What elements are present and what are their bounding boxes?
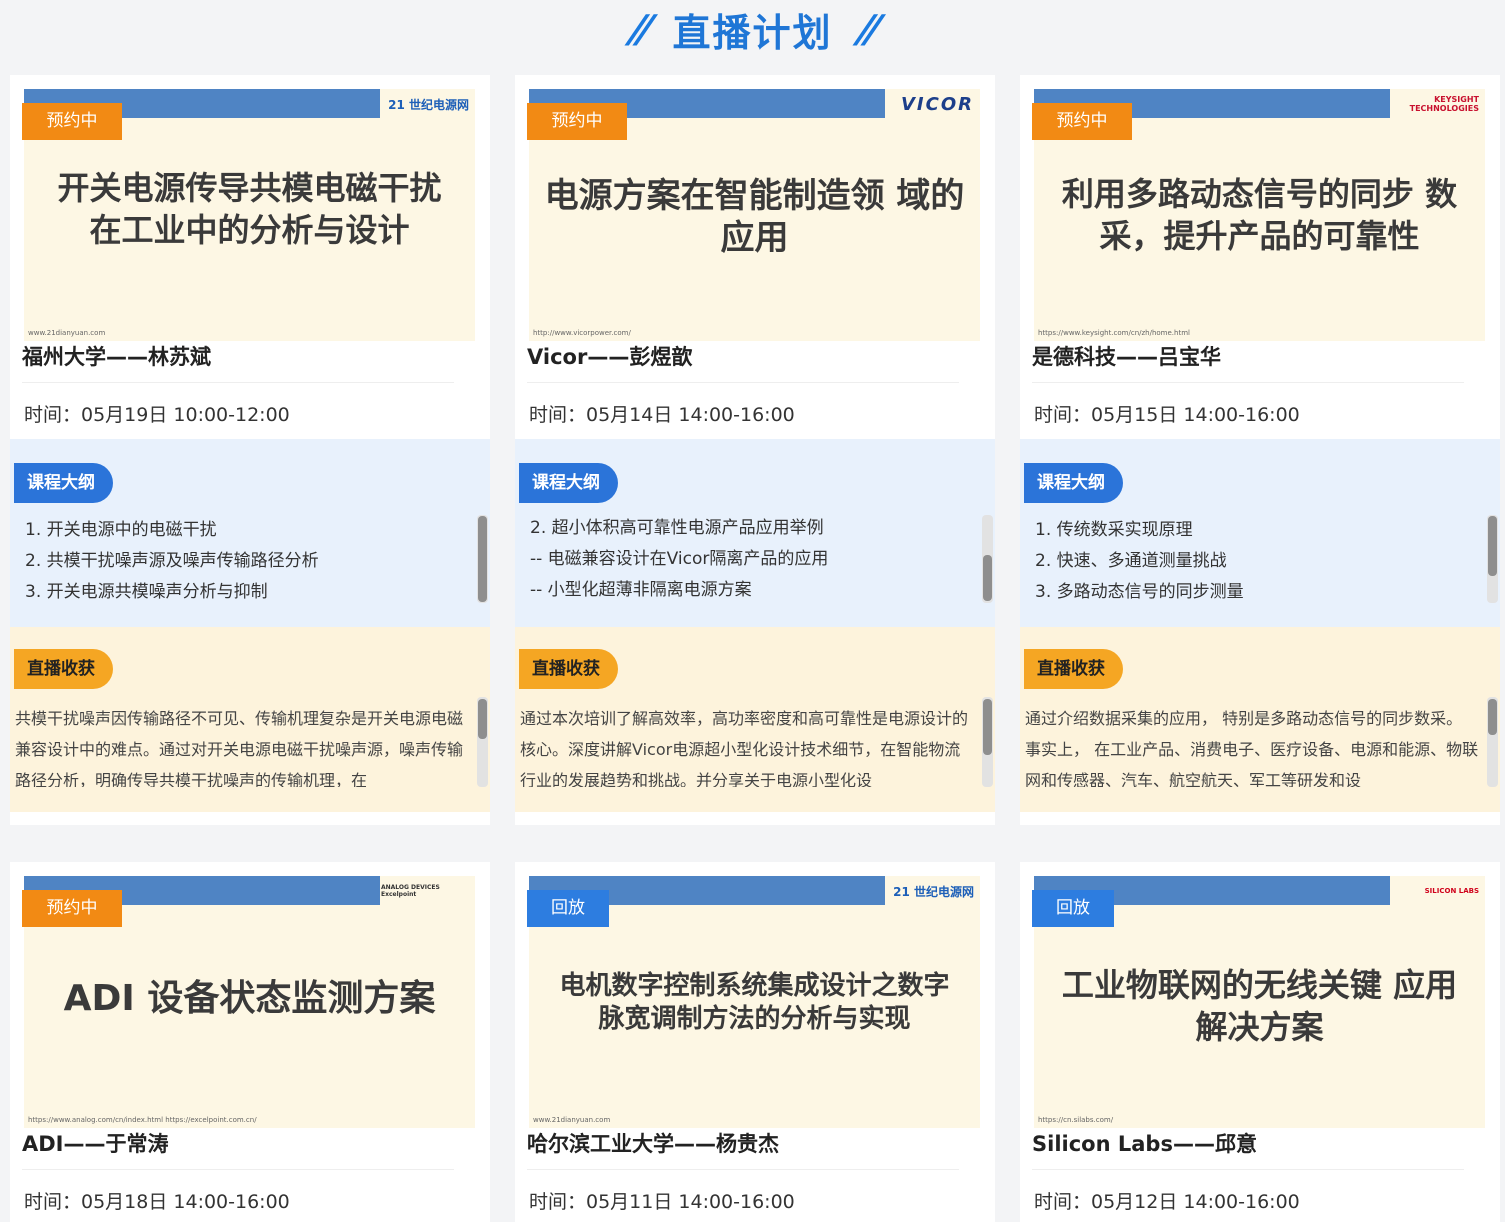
schedule-time: 时间：05月19日 10:00-12:00 <box>24 404 290 426</box>
live-card[interactable]: SILICON LABS 工业物联网的无线关键 应用解决方案 https://c… <box>1020 862 1500 1222</box>
outline-label: 课程大纲 <box>519 463 618 503</box>
title-decoration-right: // <box>854 7 879 51</box>
outline-label: 课程大纲 <box>14 463 113 503</box>
harvest-label: 直播收获 <box>519 649 618 689</box>
status-badge: 回放 <box>527 890 609 927</box>
live-harvest-section: 直播收获 共模干扰噪声因传输路径不可见、传输机理复杂是开关电源电磁兼容设计中的难… <box>10 627 490 812</box>
status-badge: 预约中 <box>1032 103 1132 140</box>
cover-url: www.21dianyuan.com <box>28 329 106 337</box>
harvest-label: 直播收获 <box>14 649 113 689</box>
harvest-label: 直播收获 <box>1024 649 1123 689</box>
outline-list: 1. 传统数采实现原理 2. 快速、多通道测量挑战 3. 多路动态信号的同步测量 <box>1035 515 1244 608</box>
harvest-scroll-thumb[interactable] <box>1488 699 1497 735</box>
outline-item: 1. 传统数采实现原理 <box>1035 520 1193 540</box>
harvest-text: 通过本次培训了解高效率，高功率密度和高可靠性是电源设计的核心。深度讲解Vicor… <box>520 709 969 787</box>
live-card[interactable]: 21 世纪电源网 电机数字控制系统集成设计之数字 脉宽调制方法的分析与实现 ww… <box>515 862 995 1222</box>
sponsor-logo: 21 世纪电源网 <box>388 97 469 112</box>
harvest-scroll-thumb[interactable] <box>478 699 487 739</box>
live-harvest-section: 直播收获 通过介绍数据采集的应用， 特别是多路动态信号的同步数采。 事实上， 在… <box>1020 627 1500 812</box>
cover-url: https://cn.silabs.com/ <box>1038 1116 1114 1124</box>
speaker-name: 是德科技——吕宝华 <box>1032 345 1221 369</box>
divider <box>22 1169 454 1170</box>
course-outline-section: 课程大纲 1. 传统数采实现原理 2. 快速、多通道测量挑战 3. 多路动态信号… <box>1020 439 1500 627</box>
outline-item: 3. 开关电源共模噪声分析与抑制 <box>25 582 268 602</box>
schedule-time: 时间：05月14日 14:00-16:00 <box>529 404 795 426</box>
outline-item: 3. 多路动态信号的同步测量 <box>1035 582 1244 602</box>
outline-scroll-thumb[interactable] <box>478 516 487 602</box>
status-badge: 预约中 <box>22 103 122 140</box>
speaker-name: ADI——于常涛 <box>22 1132 169 1156</box>
live-harvest-section: 直播收获 通过本次培训了解高效率，高功率密度和高可靠性是电源设计的核心。深度讲解… <box>515 627 995 812</box>
outline-scroll-thumb[interactable] <box>1488 516 1497 576</box>
course-outline-section: 课程大纲 1. 开关电源中的电磁干扰 2. 共模干扰噪声源及噪声传输路径分析 3… <box>10 439 490 627</box>
live-card[interactable]: 21 世纪电源网 开关电源传导共模电磁干扰 在工业中的分析与设计 www.21d… <box>10 75 490 825</box>
schedule-time: 时间：05月18日 14:00-16:00 <box>24 1191 290 1213</box>
outline-item: 1. 开关电源中的电磁干扰 <box>25 520 217 540</box>
outline-scrollbar[interactable] <box>477 515 488 603</box>
divider <box>527 382 959 383</box>
live-card[interactable]: KEYSIGHT TECHNOLOGIES 利用多路动态信号的同步 数采，提升产… <box>1020 75 1500 825</box>
cover-url: https://www.keysight.com/cn/zh/home.html <box>1038 329 1190 337</box>
page-title: 直播计划 <box>672 10 833 55</box>
status-badge: 回放 <box>1032 890 1114 927</box>
cover-headline: 工业物联网的无线关键 应用解决方案 <box>1061 966 1458 1046</box>
sponsor-logo: VICOR <box>901 93 974 115</box>
outline-item: 2. 超小体积高可靠性电源产品应用举例 <box>530 518 824 538</box>
outline-item: -- 电磁兼容设计在Vicor隔离产品的应用 <box>530 549 829 569</box>
outline-label: 课程大纲 <box>1024 463 1123 503</box>
harvest-text: 通过介绍数据采集的应用， 特别是多路动态信号的同步数采。 事实上， 在工业产品、… <box>1025 709 1479 787</box>
schedule-time: 时间：05月11日 14:00-16:00 <box>529 1191 795 1213</box>
cover-headline: 电机数字控制系统集成设计之数字 脉宽调制方法的分析与实现 <box>559 971 950 1034</box>
divider <box>1032 1169 1464 1170</box>
schedule-time: 时间：05月12日 14:00-16:00 <box>1034 1191 1300 1213</box>
sponsor-logo: ANALOG DEVICES Excelpoint <box>381 884 440 898</box>
outline-list: 2. 超小体积高可靠性电源产品应用举例 -- 电磁兼容设计在Vicor隔离产品的… <box>530 513 828 606</box>
outline-item: 2. 共模干扰噪声源及噪声传输路径分析 <box>25 551 319 571</box>
outline-list: 1. 开关电源中的电磁干扰 2. 共模干扰噪声源及噪声传输路径分析 3. 开关电… <box>25 515 319 608</box>
harvest-scrollbar[interactable] <box>982 697 993 787</box>
cover-url: http://www.vicorpower.com/ <box>533 329 631 337</box>
divider <box>22 382 454 383</box>
title-decoration-left: // <box>626 7 651 51</box>
sponsor-logo: KEYSIGHT TECHNOLOGIES <box>1409 95 1479 113</box>
harvest-text: 共模干扰噪声因传输路径不可见、传输机理复杂是开关电源电磁兼容设计中的难点。通过对… <box>15 709 464 787</box>
status-badge: 预约中 <box>527 103 627 140</box>
divider <box>527 1169 959 1170</box>
speaker-name: 哈尔滨工业大学——杨贵杰 <box>527 1132 779 1156</box>
sponsor-logo: 21 世纪电源网 <box>893 884 974 899</box>
live-card[interactable]: ANALOG DEVICES Excelpoint ADI 设备状态监测方案 h… <box>10 862 490 1222</box>
schedule-time: 时间：05月15日 14:00-16:00 <box>1034 404 1300 426</box>
live-card[interactable]: VICOR 电源方案在智能制造领 域的应用 http://www.vicorpo… <box>515 75 995 825</box>
cover-headline: 电源方案在智能制造领 域的应用 <box>544 176 965 258</box>
page-header: // 直播计划 // <box>0 0 1505 58</box>
divider <box>1032 382 1464 383</box>
course-outline-section: 课程大纲 2. 超小体积高可靠性电源产品应用举例 -- 电磁兼容设计在Vicor… <box>515 439 995 627</box>
harvest-scrollbar[interactable] <box>1487 697 1498 787</box>
speaker-name: Vicor——彭煜歆 <box>527 345 693 369</box>
outline-scrollbar[interactable] <box>982 515 993 603</box>
outline-scroll-thumb[interactable] <box>983 555 992 601</box>
status-badge: 预约中 <box>22 890 122 927</box>
cover-url: https://www.analog.com/cn/index.html htt… <box>28 1116 257 1124</box>
harvest-scrollbar[interactable] <box>477 697 488 787</box>
speaker-name: 福州大学——林苏斌 <box>22 345 211 369</box>
cover-headline: ADI 设备状态监测方案 <box>63 978 436 1019</box>
outline-item: -- 小型化超薄非隔离电源方案 <box>530 580 752 600</box>
sponsor-logo: SILICON LABS <box>1424 887 1479 895</box>
cover-headline: 利用多路动态信号的同步 数采，提升产品的可靠性 <box>1061 175 1458 255</box>
outline-item: 2. 快速、多通道测量挑战 <box>1035 551 1227 571</box>
outline-scrollbar[interactable] <box>1487 515 1498 603</box>
cover-headline: 开关电源传导共模电磁干扰 在工业中的分析与设计 <box>57 169 442 249</box>
harvest-scroll-thumb[interactable] <box>983 699 992 755</box>
cover-url: www.21dianyuan.com <box>533 1116 611 1124</box>
speaker-name: Silicon Labs——邱意 <box>1032 1132 1257 1156</box>
